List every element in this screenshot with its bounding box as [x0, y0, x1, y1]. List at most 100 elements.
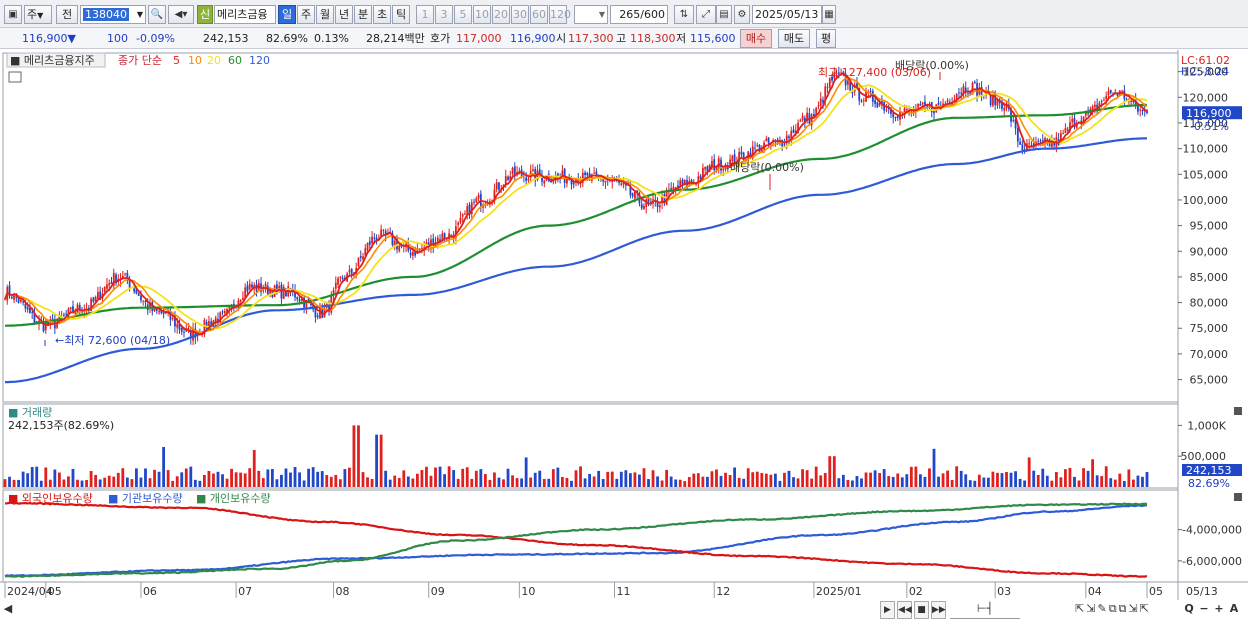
period-button-4[interactable]: 분 — [354, 5, 372, 24]
volume-bar — [1032, 470, 1036, 487]
zoom-button-3[interactable]: A — [1227, 601, 1241, 619]
candle-body — [792, 129, 795, 133]
volume-bar — [678, 479, 682, 487]
candle-body — [266, 285, 269, 295]
chart-type-icon[interactable]: ⇅ — [674, 5, 694, 24]
nav-button-0[interactable]: ▶ — [880, 601, 895, 619]
period-button-5[interactable]: 초 — [373, 5, 391, 24]
candle-body — [1109, 89, 1112, 94]
stock-name-field[interactable]: 메리츠금융 — [214, 5, 276, 24]
save-icon[interactable]: ▤ — [716, 5, 732, 24]
volume-bar — [1100, 476, 1104, 487]
gear-icon[interactable]: ⚙ — [734, 5, 750, 24]
volume-bar — [39, 480, 43, 487]
candle-body — [543, 180, 546, 184]
interval-button-30[interactable]: 30 — [511, 5, 529, 24]
buy-button[interactable]: 매수 — [740, 29, 772, 48]
candle-body — [1064, 127, 1067, 134]
period-button-1[interactable]: 주 — [297, 5, 315, 24]
candle-body — [783, 144, 786, 146]
candle-body — [171, 318, 174, 319]
drawing-tools-icon[interactable]: ⇱⇲✎⧉⧉⇲⇱ — [1048, 601, 1178, 619]
period-button-3[interactable]: 년 — [335, 5, 353, 24]
scroll-left-icon[interactable]: ◀ — [2, 601, 14, 619]
prev-button[interactable]: 전 — [56, 5, 78, 24]
candle-body — [65, 313, 68, 315]
price-change-pct: -0.09% — [136, 32, 175, 45]
interval-button-20[interactable]: 20 — [492, 5, 510, 24]
interval-button-1[interactable]: 1 — [416, 5, 434, 24]
candle-body — [124, 273, 126, 275]
zoom-button-1[interactable]: − — [1197, 601, 1211, 619]
zoom-button-0[interactable]: Q — [1182, 601, 1196, 619]
period-button-6[interactable]: 틱 — [392, 5, 410, 24]
current-price: 116,900▼ — [22, 31, 76, 46]
period-select[interactable]: 주▼ — [24, 5, 52, 24]
price-tick-label: 75,000 — [1190, 322, 1229, 335]
interval-button-120[interactable]: 120 — [549, 5, 571, 24]
stock-code-input[interactable]: 138040 ▼ — [80, 5, 146, 24]
volume-bar — [968, 480, 972, 487]
date-input[interactable]: 2025/05/13 — [752, 5, 822, 24]
volume-bar — [248, 468, 252, 487]
draw-tool-icon[interactable]: ⤢ — [696, 5, 716, 24]
speaker-icon[interactable]: ◀▾ — [168, 5, 194, 24]
volume-bar — [819, 475, 823, 487]
candle-body — [620, 183, 623, 185]
candle-body — [604, 180, 607, 183]
interval-button-5[interactable]: 5 — [454, 5, 472, 24]
volume-bar — [574, 470, 578, 487]
volume-bar — [443, 474, 446, 487]
volume-bar — [615, 478, 619, 487]
period-button-2[interactable]: 월 — [316, 5, 334, 24]
candle-body — [960, 92, 963, 94]
nav-button-2[interactable]: ■ — [914, 601, 929, 619]
sell-button[interactable]: 매도 — [778, 29, 810, 48]
volume-bar — [1095, 475, 1099, 487]
calendar-icon[interactable]: ▦ — [822, 5, 836, 24]
volume-bar — [579, 466, 582, 487]
candle-body — [339, 276, 342, 279]
zoom-slider[interactable]: ⊢┤ — [950, 601, 1020, 619]
window-icon[interactable]: ▣ — [4, 5, 22, 24]
candle-body — [296, 296, 299, 300]
volume-bar — [270, 469, 274, 487]
volume-bar — [447, 466, 451, 487]
volume-bar — [425, 466, 428, 487]
nav-button-3[interactable]: ▶▶ — [931, 601, 946, 619]
volume-bar — [533, 472, 537, 487]
price-tick-label: 85,000 — [1190, 271, 1229, 284]
nav-button-1[interactable]: ◀◀ — [897, 601, 912, 619]
volume-bar — [565, 477, 569, 487]
count-input[interactable]: 265/600 — [610, 5, 668, 24]
volume-bar — [207, 470, 211, 487]
stock-chart[interactable]: 125,000120,000115,000110,000105,000100,0… — [0, 50, 1248, 600]
volume-bar — [660, 480, 664, 487]
volume-bar — [851, 480, 854, 487]
volume-bar — [583, 478, 587, 487]
volume-bar — [769, 474, 773, 487]
extra-button[interactable]: 평 — [816, 29, 836, 48]
candle-body — [933, 110, 935, 114]
dividend-annotation-2: 배당락(0.00%) — [730, 161, 804, 174]
volume-bar — [742, 478, 746, 487]
volume-bar — [266, 469, 270, 487]
period-button-0[interactable]: 일 — [278, 5, 296, 24]
holdings-legend-1: ■ 기관보유수량 — [108, 492, 183, 505]
chevron-down-icon: ▼ — [598, 10, 605, 19]
volume-bar — [230, 468, 233, 487]
slider-handle-icon[interactable]: ⊢┤ — [977, 602, 993, 615]
interval-button-10[interactable]: 10 — [473, 5, 491, 24]
interval-button-3[interactable]: 3 — [435, 5, 453, 24]
interval-button-60[interactable]: 60 — [530, 5, 548, 24]
volume-bar — [17, 479, 20, 487]
candle-body — [242, 297, 244, 300]
volume-bar — [67, 476, 70, 487]
candle-body — [767, 137, 770, 144]
search-icon[interactable]: 🔍 — [148, 5, 166, 24]
interval-input[interactable]: ▼ — [574, 5, 608, 24]
zoom-button-2[interactable]: + — [1212, 601, 1226, 619]
volume-bar — [275, 479, 279, 487]
volume-bar — [384, 470, 388, 487]
volume-bar — [180, 472, 184, 487]
